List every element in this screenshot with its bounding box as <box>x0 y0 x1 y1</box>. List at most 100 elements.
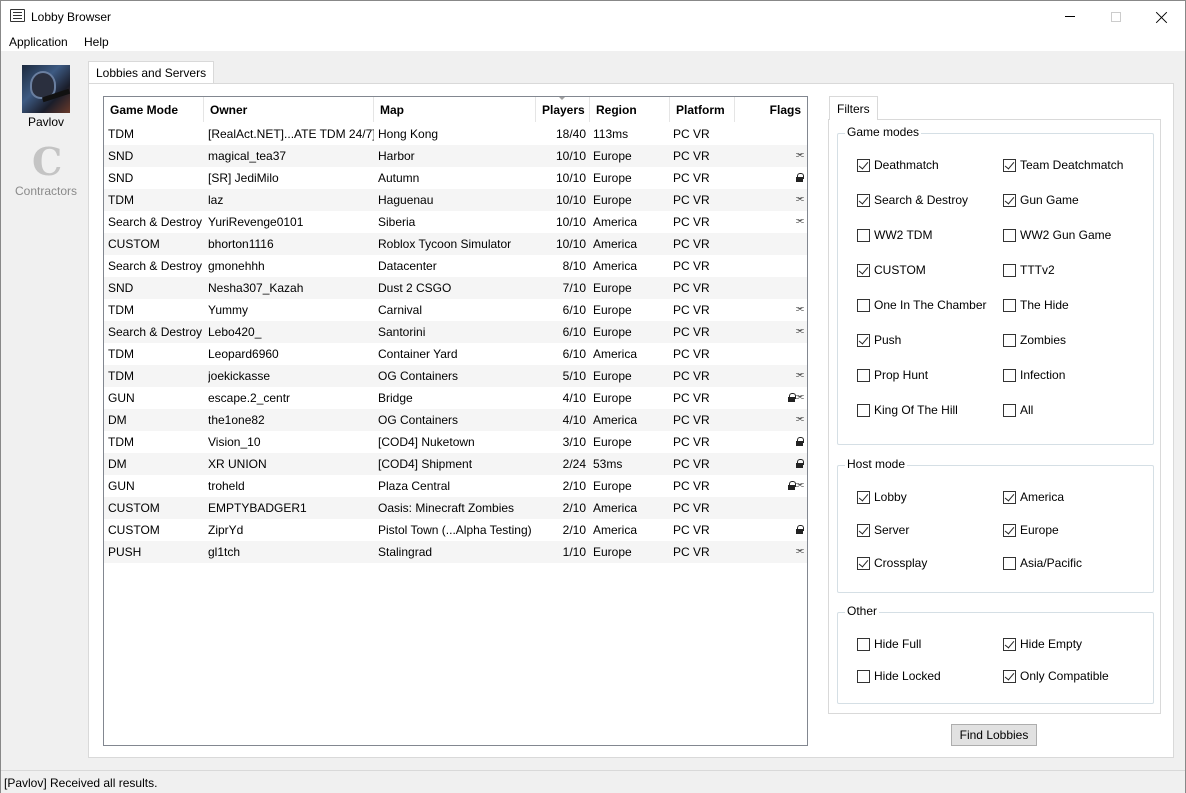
find-lobbies-button[interactable]: Find Lobbies <box>951 724 1037 746</box>
checkbox-hide-empty[interactable]: Hide Empty <box>1003 637 1082 651</box>
table-row[interactable]: GUNescape.2_centrBridge4/10EuropePC VR⫘ <box>104 387 807 409</box>
game-pavlov[interactable]: Pavlov <box>9 65 83 129</box>
checkbox-label: Zombies <box>1020 333 1066 347</box>
minimize-button[interactable] <box>1047 1 1093 32</box>
table-row[interactable]: CUSTOMZiprYdPistol Town (...Alpha Testin… <box>104 519 807 541</box>
checkbox-checked-icon[interactable] <box>857 524 870 537</box>
maximize-button[interactable] <box>1093 1 1139 32</box>
checkbox-king-of-the-hill[interactable]: King Of The Hill <box>857 403 958 417</box>
column-map[interactable]: Map <box>374 97 536 122</box>
checkbox-unchecked-icon[interactable] <box>857 638 870 651</box>
table-row[interactable]: TDMYummyCarnival6/10EuropePC VR⫘ <box>104 299 807 321</box>
checkbox-gun-game[interactable]: Gun Game <box>1003 193 1079 207</box>
table-row[interactable]: CUSTOMEMPTYBADGER1Oasis: Minecraft Zombi… <box>104 497 807 519</box>
checkbox-crossplay[interactable]: Crossplay <box>857 556 927 570</box>
checkbox-unchecked-icon[interactable] <box>857 404 870 417</box>
checkbox-tttv2[interactable]: TTTv2 <box>1003 263 1055 277</box>
checkbox-only-compatible[interactable]: Only Compatible <box>1003 669 1109 683</box>
checkbox-unchecked-icon[interactable] <box>1003 334 1016 347</box>
checkbox-checked-icon[interactable] <box>1003 638 1016 651</box>
checkbox-unchecked-icon[interactable] <box>857 229 870 242</box>
cell-players: 10/10 <box>540 149 586 163</box>
checkbox-checked-icon[interactable] <box>1003 524 1016 537</box>
cell-map: Harbor <box>378 149 536 163</box>
table-row[interactable]: DMXR UNION[COD4] Shipment2/2453msPC VR <box>104 453 807 475</box>
table-row[interactable]: TDM[RealAct.NET]...ATE TDM 24/7]Hong Kon… <box>104 123 807 145</box>
checkbox-prop-hunt[interactable]: Prop Hunt <box>857 368 928 382</box>
table-row[interactable]: TDMlazHaguenau10/10EuropePC VR⫘ <box>104 189 807 211</box>
tab-filters[interactable]: Filters <box>829 96 878 120</box>
cell-platform: PC VR <box>673 325 733 339</box>
column-flags[interactable]: Flags <box>735 97 807 122</box>
checkbox-ww2-tdm[interactable]: WW2 TDM <box>857 228 932 242</box>
checkbox-checked-icon[interactable] <box>857 264 870 277</box>
maximize-icon <box>1111 12 1121 22</box>
checkbox-checked-icon[interactable] <box>1003 491 1016 504</box>
table-row[interactable]: TDMLeopard6960Container Yard6/10AmericaP… <box>104 343 807 365</box>
checkbox-custom[interactable]: CUSTOM <box>857 263 926 277</box>
checkbox-checked-icon[interactable] <box>857 557 870 570</box>
cell-game-mode: TDM <box>108 347 204 361</box>
table-row[interactable]: DMthe1one82OG Containers4/10AmericaPC VR… <box>104 409 807 431</box>
checkbox-unchecked-icon[interactable] <box>1003 404 1016 417</box>
table-row[interactable]: Search & DestroyLebo420_Santorini6/10Eur… <box>104 321 807 343</box>
table-row[interactable]: GUNtroheldPlaza Central2/10EuropePC VR⫘ <box>104 475 807 497</box>
checkbox-checked-icon[interactable] <box>1003 159 1016 172</box>
checkbox-unchecked-icon[interactable] <box>857 670 870 683</box>
checkbox-zombies[interactable]: Zombies <box>1003 333 1066 347</box>
checkbox-unchecked-icon[interactable] <box>1003 264 1016 277</box>
tab-lobbies-and-servers[interactable]: Lobbies and Servers <box>88 61 214 84</box>
checkbox-hide-locked[interactable]: Hide Locked <box>857 669 941 683</box>
checkbox-server[interactable]: Server <box>857 523 909 537</box>
checkbox-one-in-the-chamber[interactable]: One In The Chamber <box>857 298 987 312</box>
table-row[interactable]: PUSHgl1tchStalingrad1/10EuropePC VR⫘ <box>104 541 807 563</box>
table-row[interactable]: SNDNesha307_KazahDust 2 CSGO7/10EuropePC… <box>104 277 807 299</box>
checkbox-unchecked-icon[interactable] <box>1003 299 1016 312</box>
column-region[interactable]: Region <box>590 97 670 122</box>
column-platform[interactable]: Platform <box>670 97 735 122</box>
checkbox-hide-full[interactable]: Hide Full <box>857 637 921 651</box>
checkbox-team-deatchmatch[interactable]: Team Deatchmatch <box>1003 158 1123 172</box>
cell-region: 53ms <box>593 457 669 471</box>
checkbox-unchecked-icon[interactable] <box>1003 557 1016 570</box>
checkbox-checked-icon[interactable] <box>1003 670 1016 683</box>
lobby-table[interactable]: Game Mode Owner Map Players Region Platf… <box>103 96 808 746</box>
checkbox-checked-icon[interactable] <box>857 159 870 172</box>
game-contractors[interactable]: C Contractors <box>9 140 83 198</box>
checkbox-checked-icon[interactable] <box>857 194 870 207</box>
column-game-mode[interactable]: Game Mode <box>104 97 204 122</box>
table-row[interactable]: SNDmagical_tea37Harbor10/10EuropePC VR⫘ <box>104 145 807 167</box>
checkbox-checked-icon[interactable] <box>857 491 870 504</box>
column-owner[interactable]: Owner <box>204 97 374 122</box>
table-row[interactable]: SND[SR] JediMiloAutumn10/10EuropePC VR <box>104 167 807 189</box>
checkbox-infection[interactable]: Infection <box>1003 368 1065 382</box>
close-button[interactable] <box>1139 1 1185 32</box>
checkbox-unchecked-icon[interactable] <box>1003 369 1016 382</box>
table-row[interactable]: Search & DestroygmonehhhDatacenter8/10Am… <box>104 255 807 277</box>
checkbox-the-hide[interactable]: The Hide <box>1003 298 1069 312</box>
checkbox-unchecked-icon[interactable] <box>857 369 870 382</box>
checkbox-all[interactable]: All <box>1003 403 1033 417</box>
table-row[interactable]: TDMVision_10[COD4] Nuketown3/10EuropePC … <box>104 431 807 453</box>
checkbox-lobby[interactable]: Lobby <box>857 490 907 504</box>
checkbox-unchecked-icon[interactable] <box>857 299 870 312</box>
menu-application[interactable]: Application <box>9 35 68 49</box>
checkbox-europe[interactable]: Europe <box>1003 523 1059 537</box>
checkbox-checked-icon[interactable] <box>857 334 870 347</box>
checkbox-america[interactable]: America <box>1003 490 1064 504</box>
checkbox-checked-icon[interactable] <box>1003 194 1016 207</box>
checkbox-ww2-gun-game[interactable]: WW2 Gun Game <box>1003 228 1111 242</box>
table-row[interactable]: TDMjoekickasseOG Containers5/10EuropePC … <box>104 365 807 387</box>
checkbox-search-destroy[interactable]: Search & Destroy <box>857 193 968 207</box>
checkbox-label: Hide Locked <box>874 669 941 683</box>
checkbox-unchecked-icon[interactable] <box>1003 229 1016 242</box>
game-modes-group: Game modes DeathmatchTeam DeatchmatchSea… <box>837 133 1154 445</box>
menu-help[interactable]: Help <box>84 35 109 49</box>
table-row[interactable]: Search & DestroyYuriRevenge0101Siberia10… <box>104 211 807 233</box>
checkbox-deathmatch[interactable]: Deathmatch <box>857 158 939 172</box>
cell-region: Europe <box>593 435 669 449</box>
checkbox-push[interactable]: Push <box>857 333 901 347</box>
cell-owner: gmonehhh <box>208 259 374 273</box>
table-row[interactable]: CUSTOMbhorton1116Roblox Tycoon Simulator… <box>104 233 807 255</box>
checkbox-asia-pacific[interactable]: Asia/Pacific <box>1003 556 1082 570</box>
